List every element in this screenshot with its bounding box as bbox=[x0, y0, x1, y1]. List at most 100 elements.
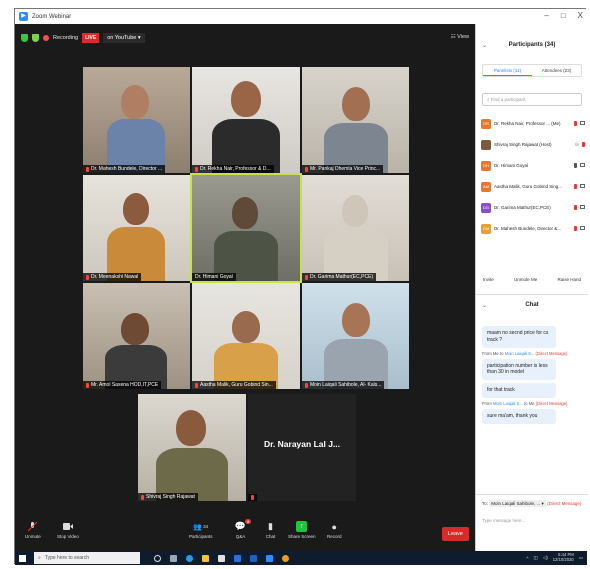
participant-name-tag: Dr. Himani Goyal bbox=[192, 273, 236, 281]
chat-message: sure ma'am, thank you bbox=[482, 408, 556, 424]
video-off-icon bbox=[580, 163, 585, 167]
muted-mic-icon bbox=[582, 141, 585, 147]
stop-video-button[interactable]: Stop Video bbox=[57, 521, 79, 539]
share-screen-button[interactable]: ↑ Share Screen bbox=[288, 521, 316, 539]
participant-name-tag: Dr. Mahesh Bundele, Director ... bbox=[83, 165, 166, 173]
video-tile[interactable]: Dr. Meenakshi Nawal bbox=[83, 175, 190, 281]
windows-start-icon[interactable] bbox=[15, 551, 29, 565]
maximize-button[interactable]: □ bbox=[561, 11, 566, 20]
muted-mic-icon bbox=[305, 274, 308, 280]
participant-actions: Invite Unmute Me Raise Hand bbox=[480, 275, 584, 284]
record-icon: ● bbox=[331, 521, 337, 532]
muted-mic-icon bbox=[574, 184, 577, 189]
word-icon[interactable] bbox=[250, 554, 257, 562]
video-off-icon bbox=[580, 121, 585, 125]
participant-name-tag: Aastha Malik, Guru Gobind Sin... bbox=[192, 381, 276, 389]
video-tile-active-speaker[interactable]: Dr. Himani Goyal bbox=[190, 173, 302, 283]
security-shield-icon[interactable] bbox=[21, 34, 28, 42]
share-screen-icon: ↑ bbox=[296, 521, 308, 532]
chat-message: for that track bbox=[482, 383, 556, 398]
tab-panelists[interactable]: Panelists (11) bbox=[483, 65, 532, 76]
volume-icon[interactable]: ◁) bbox=[543, 555, 548, 561]
participant-name-tag: Mr. Amol Saxena HOD,IT,PCE bbox=[83, 381, 162, 389]
muted-mic-icon bbox=[574, 121, 577, 126]
unmute-me-button[interactable]: Unmute Me bbox=[511, 275, 540, 284]
cortana-icon[interactable] bbox=[154, 554, 161, 562]
network-icon[interactable]: ◫ bbox=[534, 555, 538, 561]
chat-message: maam no secnd price for cs track ? bbox=[482, 326, 556, 348]
avatar: AM bbox=[481, 181, 491, 192]
avatar: DH bbox=[481, 160, 491, 171]
unmute-button[interactable]: Unmute bbox=[25, 521, 41, 539]
live-stream-dropdown[interactable]: on YouTube ▾ bbox=[103, 33, 145, 43]
participant-row[interactable]: Shivraj Singh Rajawat (Host) ⊖ bbox=[476, 134, 588, 155]
tray-expand-icon[interactable]: ^ bbox=[526, 556, 528, 561]
participant-name-tag: Shivraj Singh Rajawat bbox=[138, 493, 198, 501]
video-gallery: Recording LIVE on YouTube ▾ ☷ View Dr. M… bbox=[15, 24, 475, 519]
find-participant-input[interactable]: ⌕ Find a participant bbox=[482, 93, 582, 106]
muted-mic-icon bbox=[195, 166, 198, 172]
participant-name-tag: Dr. Rekha Nair, Professor & D... bbox=[192, 165, 274, 173]
store-icon[interactable] bbox=[218, 554, 225, 562]
video-tile[interactable]: Dr. Mahesh Bundele, Director ... bbox=[83, 67, 190, 173]
zoom-app-icon[interactable] bbox=[266, 554, 273, 562]
video-tile[interactable]: Mr. Pankaj Dhemla Vice Princ... bbox=[302, 67, 409, 173]
participant-row[interactable]: DR Dr. Rekha Nair, Professor ... (Me) bbox=[476, 113, 588, 134]
video-off-icon bbox=[580, 184, 585, 188]
divider bbox=[476, 294, 588, 295]
tab-attendees[interactable]: Attendees (23) bbox=[532, 65, 581, 76]
search-icon: ⌕ bbox=[38, 555, 41, 561]
task-view-icon[interactable] bbox=[170, 554, 177, 562]
participants-button[interactable]: 👥 34 Participants bbox=[189, 521, 213, 540]
participant-row[interactable]: AM Aastha Malik, Guru Gobind Sing... bbox=[476, 176, 588, 197]
edge-browser-icon[interactable] bbox=[186, 554, 193, 562]
video-tile[interactable]: Dr. Garima Mathur(EC,PCE) bbox=[302, 175, 409, 281]
participants-icon: 👥 34 bbox=[193, 523, 209, 531]
muted-mic-icon bbox=[574, 205, 577, 210]
participant-list: DR Dr. Rekha Nair, Professor ... (Me) Sh… bbox=[476, 113, 588, 239]
muted-mic-icon bbox=[141, 494, 144, 500]
chat-icon: ▮ bbox=[268, 521, 273, 531]
mail-icon[interactable] bbox=[234, 554, 241, 562]
muted-mic-icon bbox=[86, 166, 89, 172]
taskbar-search-input[interactable]: ⌕ Type here to search bbox=[34, 552, 140, 564]
participant-name-tag bbox=[248, 494, 257, 501]
leave-button[interactable]: Leave bbox=[442, 527, 469, 541]
video-tile[interactable]: Shivraj Singh Rajawat bbox=[138, 394, 246, 501]
minimize-button[interactable]: – bbox=[544, 11, 548, 20]
muted-mic-icon bbox=[305, 166, 308, 172]
video-camera-icon bbox=[62, 521, 73, 532]
participant-row[interactable]: DH Dr. Himani Goyal bbox=[476, 155, 588, 176]
raise-hand-button[interactable]: Raise Hand bbox=[554, 275, 584, 284]
file-explorer-icon[interactable] bbox=[202, 554, 209, 562]
avatar: DG bbox=[481, 202, 491, 213]
notifications-icon[interactable]: ▭ bbox=[579, 555, 583, 561]
participant-tabs: Panelists (11) Attendees (23) bbox=[482, 64, 582, 77]
video-tile[interactable]: Moin Laiqali Sahibole, Al- Kals... bbox=[302, 283, 409, 389]
participant-name-tag: Mr. Pankaj Dhemla Vice Princ... bbox=[302, 165, 384, 173]
video-tile[interactable]: Mr. Amol Saxena HOD,IT,PCE bbox=[83, 283, 190, 389]
muted-mic-icon bbox=[86, 382, 89, 388]
live-badge: LIVE bbox=[82, 33, 100, 43]
chat-message-input[interactable]: Type message here... bbox=[482, 518, 525, 523]
video-tile[interactable]: Aastha Malik, Guru Gobind Sin... bbox=[192, 283, 300, 389]
chat-recipient-dropdown[interactable]: Moin Laiqali Sahibole, ... ▾ bbox=[489, 500, 546, 507]
chat-button[interactable]: ▮ Chat bbox=[265, 521, 276, 539]
participant-name-tag: Dr. Garima Mathur(EC,PCE) bbox=[302, 273, 377, 281]
encryption-icon[interactable] bbox=[32, 34, 39, 42]
view-button[interactable]: ☷ View bbox=[451, 34, 469, 40]
chat-recipient-row: To: Moin Laiqali Sahibole, ... ▾ (Direct… bbox=[482, 500, 582, 507]
participant-display-name: Dr. Narayan Lal J... bbox=[263, 439, 341, 449]
invite-button[interactable]: Invite bbox=[480, 275, 497, 284]
participant-row[interactable]: DG Dr. Garima Mathur(EC,PCE) bbox=[476, 197, 588, 218]
close-button[interactable]: X bbox=[578, 11, 583, 20]
video-tile-no-video[interactable]: Dr. Narayan Lal J... bbox=[248, 394, 356, 501]
qa-button[interactable]: 💬 8 Q&A bbox=[235, 519, 252, 539]
clock[interactable]: 5:44 PM 12/10/2020 bbox=[553, 552, 574, 563]
recording-label: Recording bbox=[53, 35, 79, 41]
participant-row[interactable]: DM Dr. Mahesh Bundele, Director &... bbox=[476, 218, 588, 239]
participant-name-tag: Dr. Meenakshi Nawal bbox=[83, 273, 142, 281]
record-button[interactable]: ● Record bbox=[327, 521, 342, 540]
chrome-browser-icon[interactable] bbox=[282, 554, 289, 562]
video-tile[interactable]: Dr. Rekha Nair, Professor & D... bbox=[192, 67, 300, 173]
